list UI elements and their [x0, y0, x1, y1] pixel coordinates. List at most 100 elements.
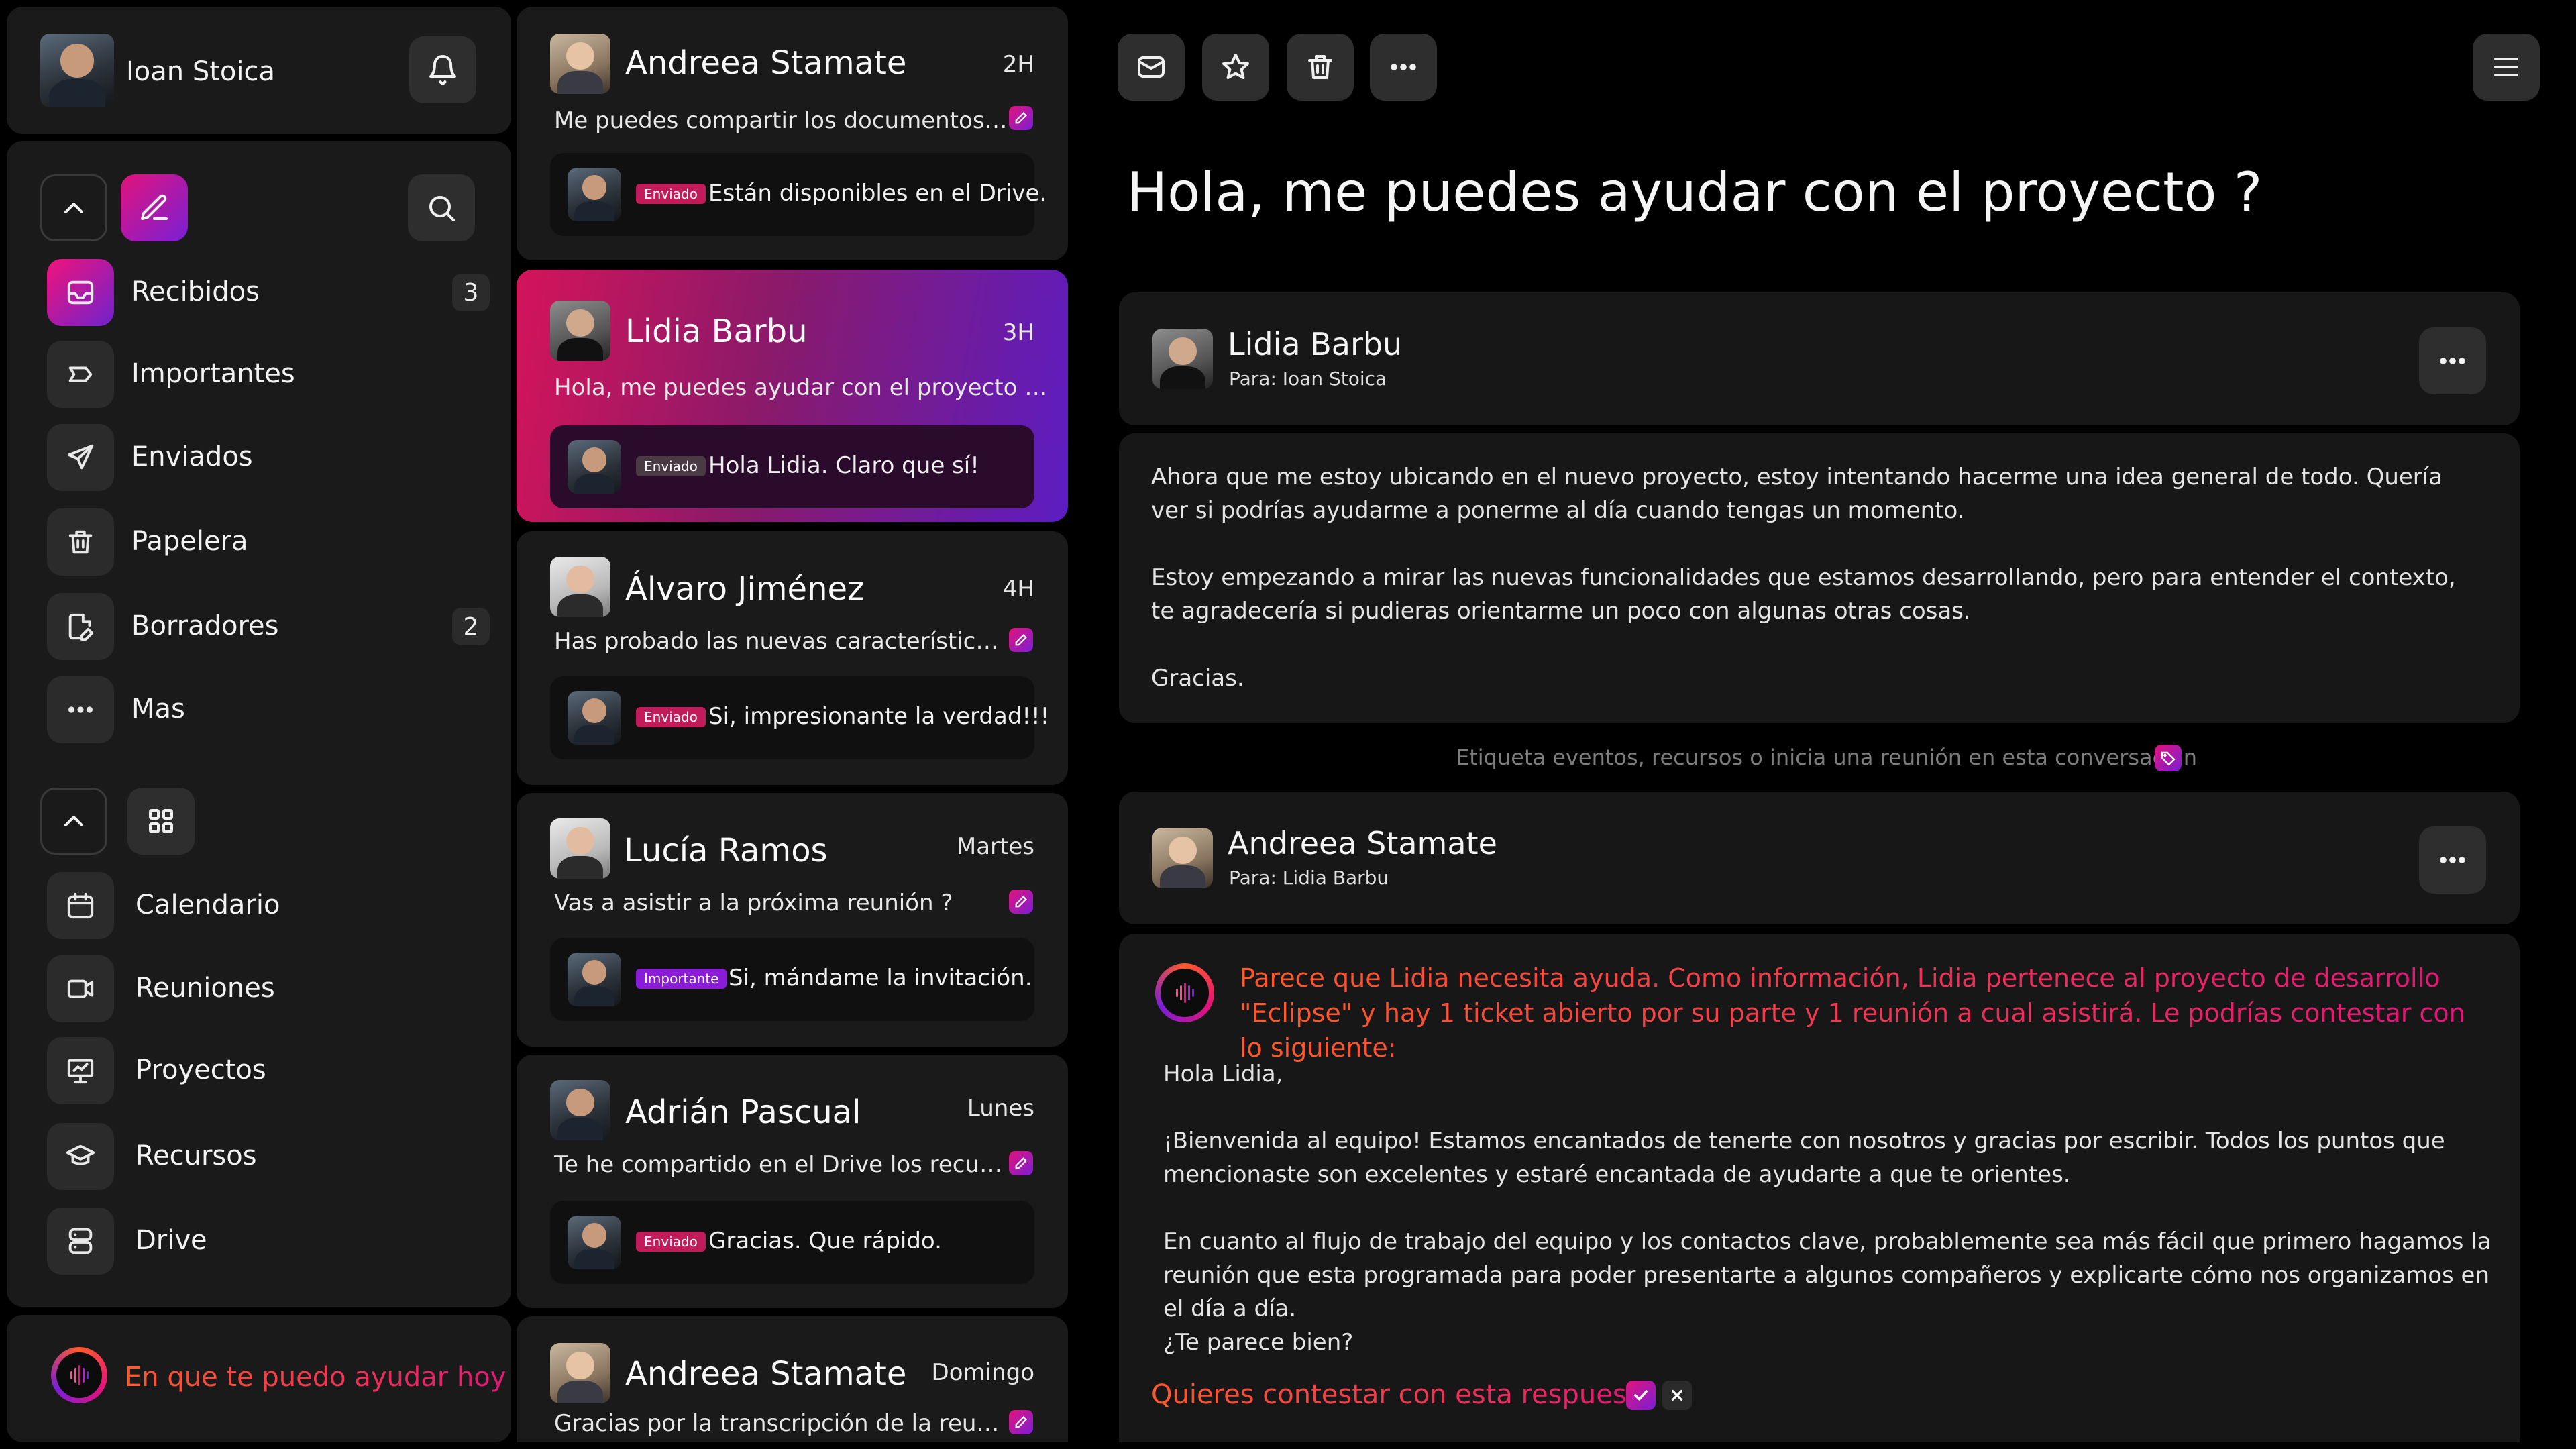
sidebar-item-calendario[interactable]: Calendario	[47, 872, 490, 939]
sidebar-item-importantes[interactable]: Importantes	[47, 341, 490, 408]
message-recipient: Para: Lidia Barbu	[1229, 867, 1389, 889]
sidebar-item-label: Reuniones	[136, 973, 275, 1004]
message-recipient: Para: Ioan Stoica	[1229, 368, 1387, 390]
sidebar-item-label: Drive	[136, 1225, 207, 1256]
edit-icon[interactable]	[1009, 106, 1033, 130]
mail-time: Domingo	[931, 1359, 1034, 1386]
chevron-up-icon	[64, 203, 83, 213]
star-button[interactable]	[1202, 34, 1269, 101]
sidebar-item-label: Proyectos	[136, 1055, 266, 1085]
mail-reply-preview: Importante Si, mándame la invitación.	[550, 938, 1034, 1021]
message-sender: Lidia Barbu	[1228, 326, 1403, 362]
accept-reply-button[interactable]	[1626, 1381, 1656, 1410]
grid-icon	[149, 809, 173, 833]
sidebar-item-recibidos[interactable]: Recibidos 3	[47, 259, 490, 326]
mail-preview: Hola, me puedes ayudar con el proyecto q…	[554, 374, 1051, 401]
avatar	[550, 1080, 610, 1140]
more-icon	[68, 706, 93, 713]
mail-reply-text: Gracias. Que rápido.	[708, 1228, 942, 1254]
message-paragraph: ¡Bienvenida al equipo! Estamos encantado…	[1163, 1128, 2445, 1188]
sidebar-item-label: Enviados	[131, 441, 253, 472]
mail-sender: Adrián Pascual	[625, 1093, 861, 1131]
more-icon	[2440, 358, 2465, 364]
message-paragraph: En cuanto al flujo de trabajo del equipo…	[1163, 1228, 2491, 1322]
storage-icon	[68, 1228, 93, 1254]
graduation-cap-icon	[66, 1144, 95, 1165]
mail-list-item[interactable]: Álvaro Jiménez 4H Has probado las nuevas…	[517, 531, 1068, 785]
user-panel: Ioan Stoica	[7, 7, 511, 134]
mail-sender: Lucía Ramos	[624, 832, 828, 869]
sidebar-item-mas[interactable]: Mas	[47, 676, 490, 743]
sidebar-item-drive[interactable]: Drive	[47, 1208, 490, 1275]
collapse-mail-button[interactable]	[40, 174, 107, 241]
mail-list-item-selected[interactable]: Lidia Barbu 3H Hola, me puedes ayudar co…	[517, 270, 1068, 522]
sidebar-item-label: Recursos	[136, 1140, 257, 1171]
menu-button[interactable]	[2473, 34, 2540, 101]
status-badge: Enviado	[636, 707, 706, 727]
edit-icon[interactable]	[1009, 890, 1033, 914]
close-icon	[1671, 1389, 1683, 1401]
mail-preview: Has probado las nuevas características ?	[554, 628, 1010, 655]
message-paragraph: Gracias.	[1151, 665, 1244, 692]
trash-icon	[1308, 55, 1332, 79]
message-paragraph: Estoy empezando a mirar las nuevas funci…	[1151, 564, 2456, 625]
bell-icon	[429, 55, 456, 85]
edit-icon[interactable]	[1009, 1151, 1033, 1175]
mail-list-item[interactable]: Andreea Stamate 2H Me puedes compartir l…	[517, 7, 1068, 260]
tag-icon[interactable]	[2155, 745, 2182, 771]
user-name: Ioan Stoica	[126, 56, 276, 87]
message-paragraph: ¿Te parece bien?	[1163, 1329, 1354, 1356]
assistant-bar[interactable]: En que te puedo ayudar hoy ?	[7, 1315, 529, 1442]
more-actions-button[interactable]	[1370, 34, 1437, 101]
more-icon	[2440, 857, 2465, 863]
edit-icon[interactable]	[1009, 628, 1033, 652]
mail-reply-preview: Enviado Si, impresionante la verdad!!!	[550, 676, 1049, 759]
ai-note: Parece que Lidia necesita ayuda. Como in…	[1240, 961, 2487, 1065]
message-options-button[interactable]	[2419, 327, 2486, 394]
sidebar-item-label: Importantes	[131, 358, 295, 389]
mail-list-item[interactable]: Lucía Ramos Martes Vas a asistir a la pr…	[517, 793, 1068, 1046]
compose-button[interactable]	[121, 174, 188, 241]
notifications-button[interactable]	[409, 36, 476, 103]
sidebar-item-reuniones[interactable]: Reuniones	[47, 955, 490, 1022]
mail-list-item[interactable]: Andreea Stamate Domingo Gracias por la t…	[517, 1316, 1068, 1442]
mail-preview: Me puedes compartir los documentos que..…	[554, 107, 1010, 134]
apps-grid-button[interactable]	[127, 788, 195, 855]
sidebar-nav: Recibidos 3 Importantes Enviados Papeler…	[7, 141, 511, 1307]
search-button[interactable]	[408, 174, 475, 241]
ai-assistant-icon	[51, 1347, 107, 1403]
delete-button[interactable]	[1287, 34, 1354, 101]
mail-preview: Vas a asistir a la próxima reunión ?	[554, 890, 953, 916]
message-body: Ahora que me estoy ubicando en el nuevo …	[1119, 433, 2520, 723]
draft-icon	[68, 613, 94, 641]
message-options-button[interactable]	[2419, 826, 2486, 894]
sidebar-item-recursos[interactable]: Recursos	[47, 1123, 490, 1190]
sidebar-item-proyectos[interactable]: Proyectos	[47, 1037, 490, 1104]
collapse-apps-button[interactable]	[40, 788, 107, 855]
message-paragraph: Hola Lidia,	[1163, 1061, 1283, 1087]
mail-icon	[1138, 56, 1165, 78]
mail-time: 4H	[1002, 576, 1034, 602]
mail-sender: Lidia Barbu	[625, 313, 808, 350]
mark-read-button[interactable]	[1118, 34, 1185, 101]
send-icon	[67, 444, 94, 470]
mail-reply-preview: Enviado Hola Lidia. Claro que sí!	[550, 425, 1034, 508]
ai-suggested-reply: Parece que Lidia necesita ayuda. Como in…	[1119, 934, 2520, 1442]
sidebar-item-papelera[interactable]: Papelera	[47, 508, 490, 576]
sidebar-item-label: Papelera	[131, 526, 248, 557]
avatar	[568, 691, 621, 745]
reject-reply-button[interactable]	[1662, 1381, 1692, 1410]
sidebar-item-borradores[interactable]: Borradores 2	[47, 593, 490, 660]
drafts-count-badge: 2	[452, 608, 490, 645]
tag-hint: Etiqueta eventos, recursos o inicia una …	[1456, 745, 2197, 770]
mail-list-item[interactable]: Adrián Pascual Lunes Te he compartido en…	[517, 1055, 1068, 1308]
star-icon	[1222, 54, 1249, 79]
status-badge: Enviado	[636, 456, 706, 476]
avatar	[568, 440, 621, 494]
user-avatar[interactable]	[40, 34, 114, 107]
sidebar-item-enviados[interactable]: Enviados	[47, 424, 490, 491]
edit-icon[interactable]	[1009, 1410, 1033, 1434]
message-paragraph: Ahora que me estoy ubicando en el nuevo …	[1151, 464, 2443, 524]
inbox-icon	[67, 280, 94, 305]
sidebar-item-label: Borradores	[131, 610, 279, 641]
